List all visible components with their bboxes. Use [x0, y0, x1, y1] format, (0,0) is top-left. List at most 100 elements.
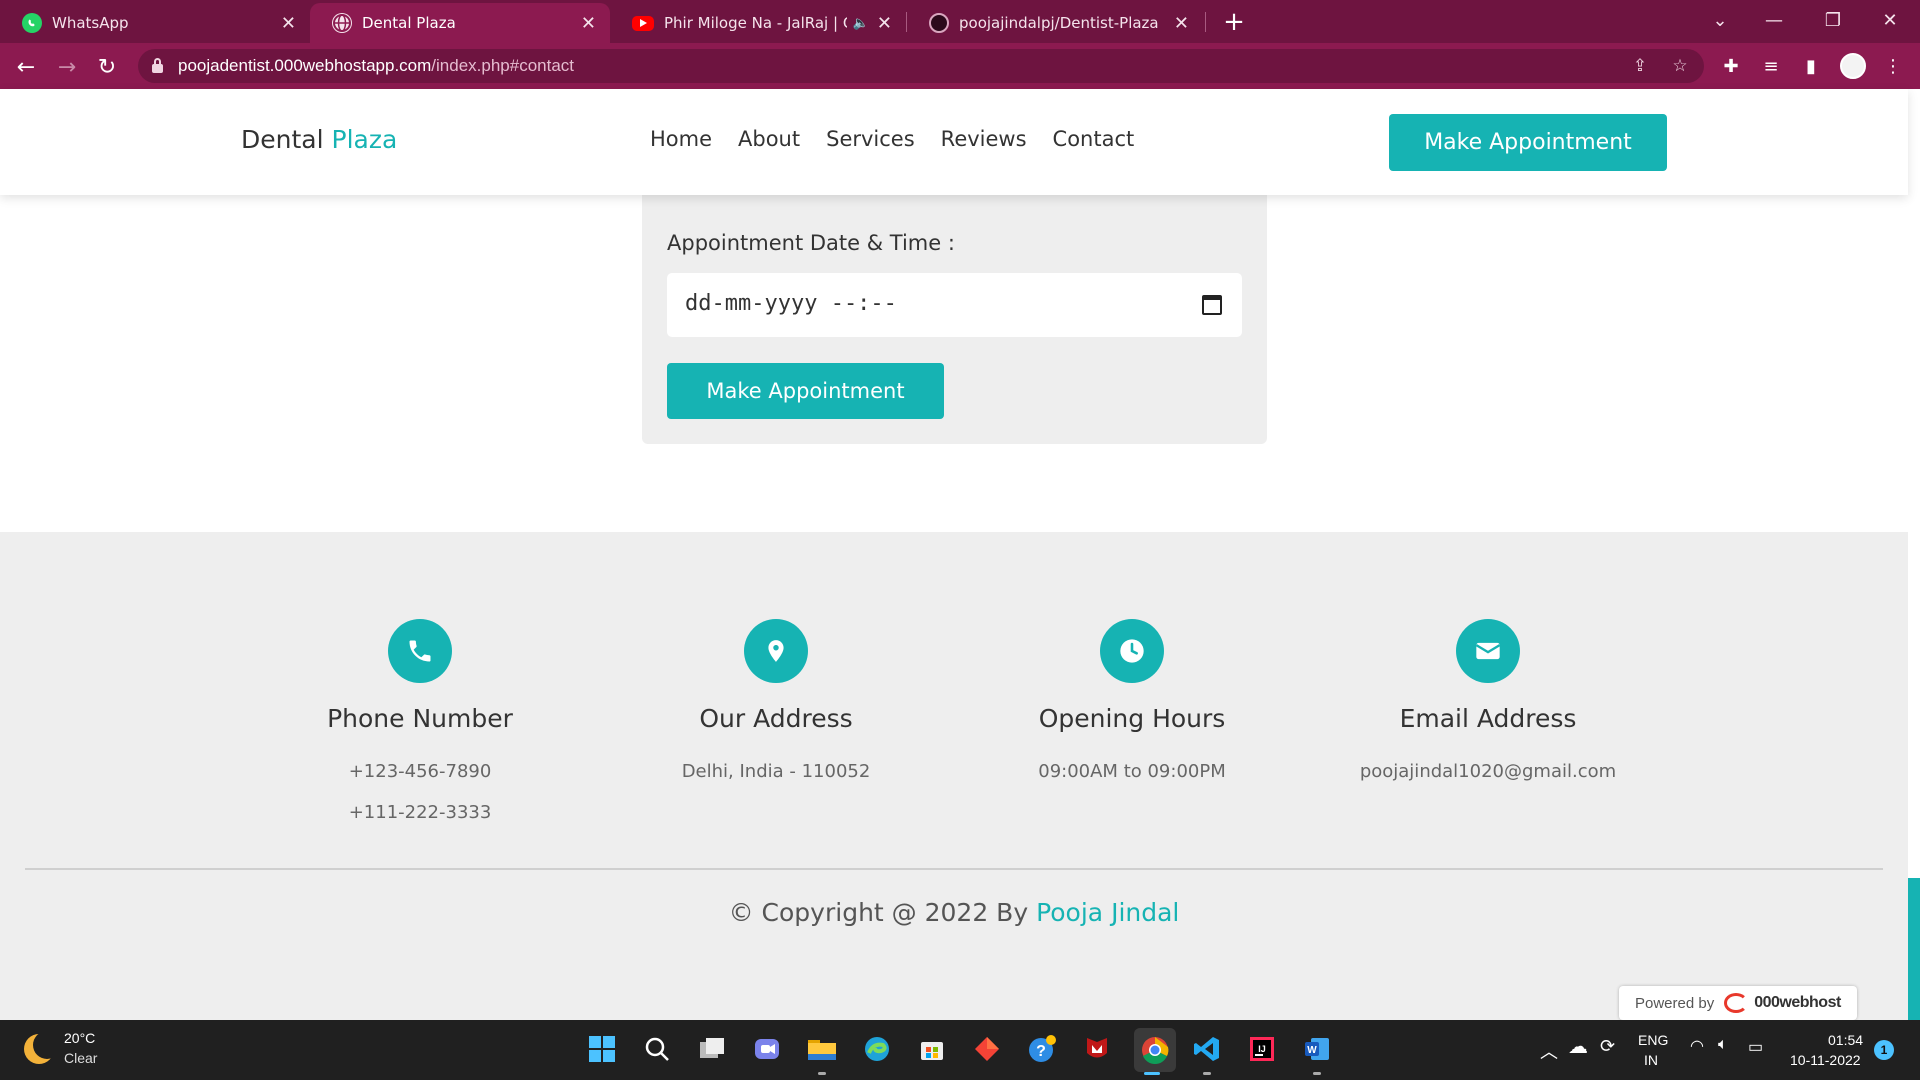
powered-label: Powered by [1635, 994, 1715, 1012]
tab-title: Phir Miloge Na - JalRaj | Offic [664, 14, 847, 32]
footer: Phone Number +123-456-7890 +111-222-3333… [0, 532, 1908, 1020]
avatar[interactable] [1840, 53, 1866, 79]
media-control-icon[interactable]: ≡ [1758, 53, 1784, 79]
mcafee-icon[interactable] [1080, 1032, 1114, 1066]
calendar-icon[interactable] [1202, 295, 1222, 315]
volume-icon[interactable]: 🔈︎ [1718, 1036, 1728, 1054]
globe-icon [332, 13, 352, 33]
reload-icon[interactable]: ↻ [91, 51, 123, 83]
ms-store-icon[interactable] [915, 1032, 949, 1066]
site-header: Dental Plaza Home About Services Reviews… [0, 89, 1908, 195]
whatsapp-icon [22, 13, 42, 33]
speaker-icon[interactable]: 🔈 [853, 16, 869, 31]
footer-divider [25, 868, 1883, 870]
language-top[interactable]: ENG [1638, 1032, 1668, 1048]
nav-reviews[interactable]: Reviews [941, 127, 1027, 151]
svg-text:?: ? [1036, 1043, 1046, 1060]
running-indicator [1144, 1072, 1160, 1075]
language-bottom[interactable]: IN [1644, 1052, 1658, 1068]
clock-date[interactable]: 10-11-2022 [1790, 1052, 1861, 1068]
sync-icon[interactable]: ⟳ [1600, 1036, 1615, 1057]
info-title: Opening Hours [1038, 704, 1226, 733]
tab-separator [1205, 12, 1206, 32]
notification-badge[interactable]: 1 [1874, 1040, 1894, 1060]
nav-about[interactable]: About [738, 127, 800, 151]
tab-search-icon[interactable]: ⌄ [1692, 0, 1748, 40]
powered-brand: 000webhost [1754, 994, 1841, 1011]
copyright-prefix: © Copyright @ 2022 By [728, 898, 1029, 927]
bookmark-star-icon[interactable]: ☆ [1668, 54, 1692, 78]
menu-kebab-icon[interactable]: ⋮ [1880, 53, 1906, 79]
new-tab-button[interactable]: + [1218, 6, 1250, 38]
vscode-icon[interactable] [1190, 1032, 1224, 1066]
back-icon[interactable]: ← [10, 51, 42, 83]
phone-number-1: +123-456-7890 [348, 761, 492, 782]
tab-dental-plaza[interactable]: Dental Plaza ✕ [310, 3, 610, 43]
tab-github[interactable]: poojajindalpj/Dentist-Plaza ✕ [907, 3, 1203, 43]
email-text: poojajindal1020@gmail.com [1359, 761, 1617, 782]
restore-icon[interactable]: ❐ [1805, 0, 1861, 40]
github-icon [929, 13, 949, 33]
running-indicator [818, 1072, 826, 1075]
extensions-icon[interactable]: ✚ [1718, 53, 1744, 79]
address-bar[interactable]: poojadentist.000webhostapp.com/index.php… [138, 49, 1704, 83]
moon-icon[interactable] [24, 1031, 61, 1064]
info-title: Phone Number [327, 704, 513, 733]
author-link[interactable]: Pooja Jindal [1036, 898, 1179, 927]
page-viewport: Appointment Date & Time : dd-mm-yyyy --:… [0, 89, 1920, 1020]
phone-icon [388, 619, 452, 683]
logo-part-1: Dental [241, 125, 324, 154]
file-explorer-icon[interactable] [805, 1032, 839, 1066]
weather-temperature[interactable]: 20°C [64, 1030, 95, 1046]
help-icon[interactable]: ? [1025, 1032, 1059, 1066]
hours-text: 09:00AM to 09:00PM [1038, 761, 1226, 782]
phone-number-2: +111-222-3333 [348, 802, 492, 823]
search-icon[interactable] [640, 1032, 674, 1066]
start-icon[interactable] [585, 1032, 619, 1066]
forward-icon[interactable]: → [51, 51, 83, 83]
chevron-up-icon[interactable]: ︿ [1540, 1038, 1558, 1064]
clock-time[interactable]: 01:54 [1828, 1032, 1863, 1048]
lock-icon[interactable] [152, 58, 163, 73]
side-panel-icon[interactable]: ▮ [1798, 53, 1824, 79]
share-icon[interactable]: ⇪ [1628, 54, 1652, 78]
url-text[interactable]: poojadentist.000webhostapp.com/index.php… [178, 56, 574, 76]
close-icon[interactable]: ✕ [581, 13, 596, 34]
tab-youtube[interactable]: Phir Miloge Na - JalRaj | Offic 🔈 ✕ [610, 3, 906, 43]
logo-part-2: Plaza [331, 125, 398, 154]
minimize-icon[interactable]: — [1746, 0, 1802, 40]
chrome-icon[interactable] [1134, 1028, 1176, 1072]
wifi-icon[interactable]: ◠ [1690, 1036, 1704, 1056]
edge-browser-icon[interactable] [860, 1032, 894, 1066]
site-logo[interactable]: Dental Plaza [241, 125, 397, 154]
nav-home[interactable]: Home [650, 127, 712, 151]
teams-chat-icon[interactable] [750, 1032, 784, 1066]
url-host: poojadentist.000webhostapp.com [178, 56, 432, 75]
powered-by-badge[interactable]: Powered by 000webhost [1619, 986, 1857, 1020]
close-window-icon[interactable]: ✕ [1862, 0, 1918, 40]
nav-contact[interactable]: Contact [1053, 127, 1135, 151]
task-view-icon[interactable] [695, 1032, 729, 1066]
running-indicator [1313, 1072, 1321, 1075]
weather-condition[interactable]: Clear [64, 1050, 97, 1066]
word-icon[interactable]: W [1300, 1032, 1334, 1066]
make-appointment-button[interactable]: Make Appointment [1389, 114, 1667, 171]
scrollbar-thumb[interactable] [1908, 878, 1920, 1020]
windows-taskbar: 20°C Clear ? IJ W ︿ ☁ ⟳ ENG IN ◠ 🔈︎ ▭ 01… [0, 1020, 1920, 1080]
make-appointment-submit-button[interactable]: Make Appointment [667, 363, 944, 419]
nav-services[interactable]: Services [826, 127, 915, 151]
battery-icon[interactable]: ▭ [1748, 1037, 1763, 1057]
datetime-label: Appointment Date & Time : [667, 231, 955, 255]
datetime-input[interactable]: dd-mm-yyyy --:-- [667, 273, 1242, 337]
close-icon[interactable]: ✕ [1174, 13, 1189, 34]
tab-whatsapp[interactable]: WhatsApp ✕ [0, 3, 310, 43]
copyright: © Copyright @ 2022 By Pooja Jindal [0, 898, 1908, 927]
git-client-icon[interactable] [970, 1032, 1004, 1066]
running-indicator [1203, 1072, 1211, 1075]
onedrive-cloud-icon[interactable]: ☁ [1568, 1034, 1588, 1059]
close-icon[interactable]: ✕ [281, 13, 296, 34]
close-icon[interactable]: ✕ [877, 13, 892, 34]
intellij-icon[interactable]: IJ [1245, 1032, 1279, 1066]
webhost-logo-icon [1724, 993, 1749, 1013]
browser-toolbar: ← → ↻ poojadentist.000webhostapp.com/ind… [0, 43, 1920, 89]
